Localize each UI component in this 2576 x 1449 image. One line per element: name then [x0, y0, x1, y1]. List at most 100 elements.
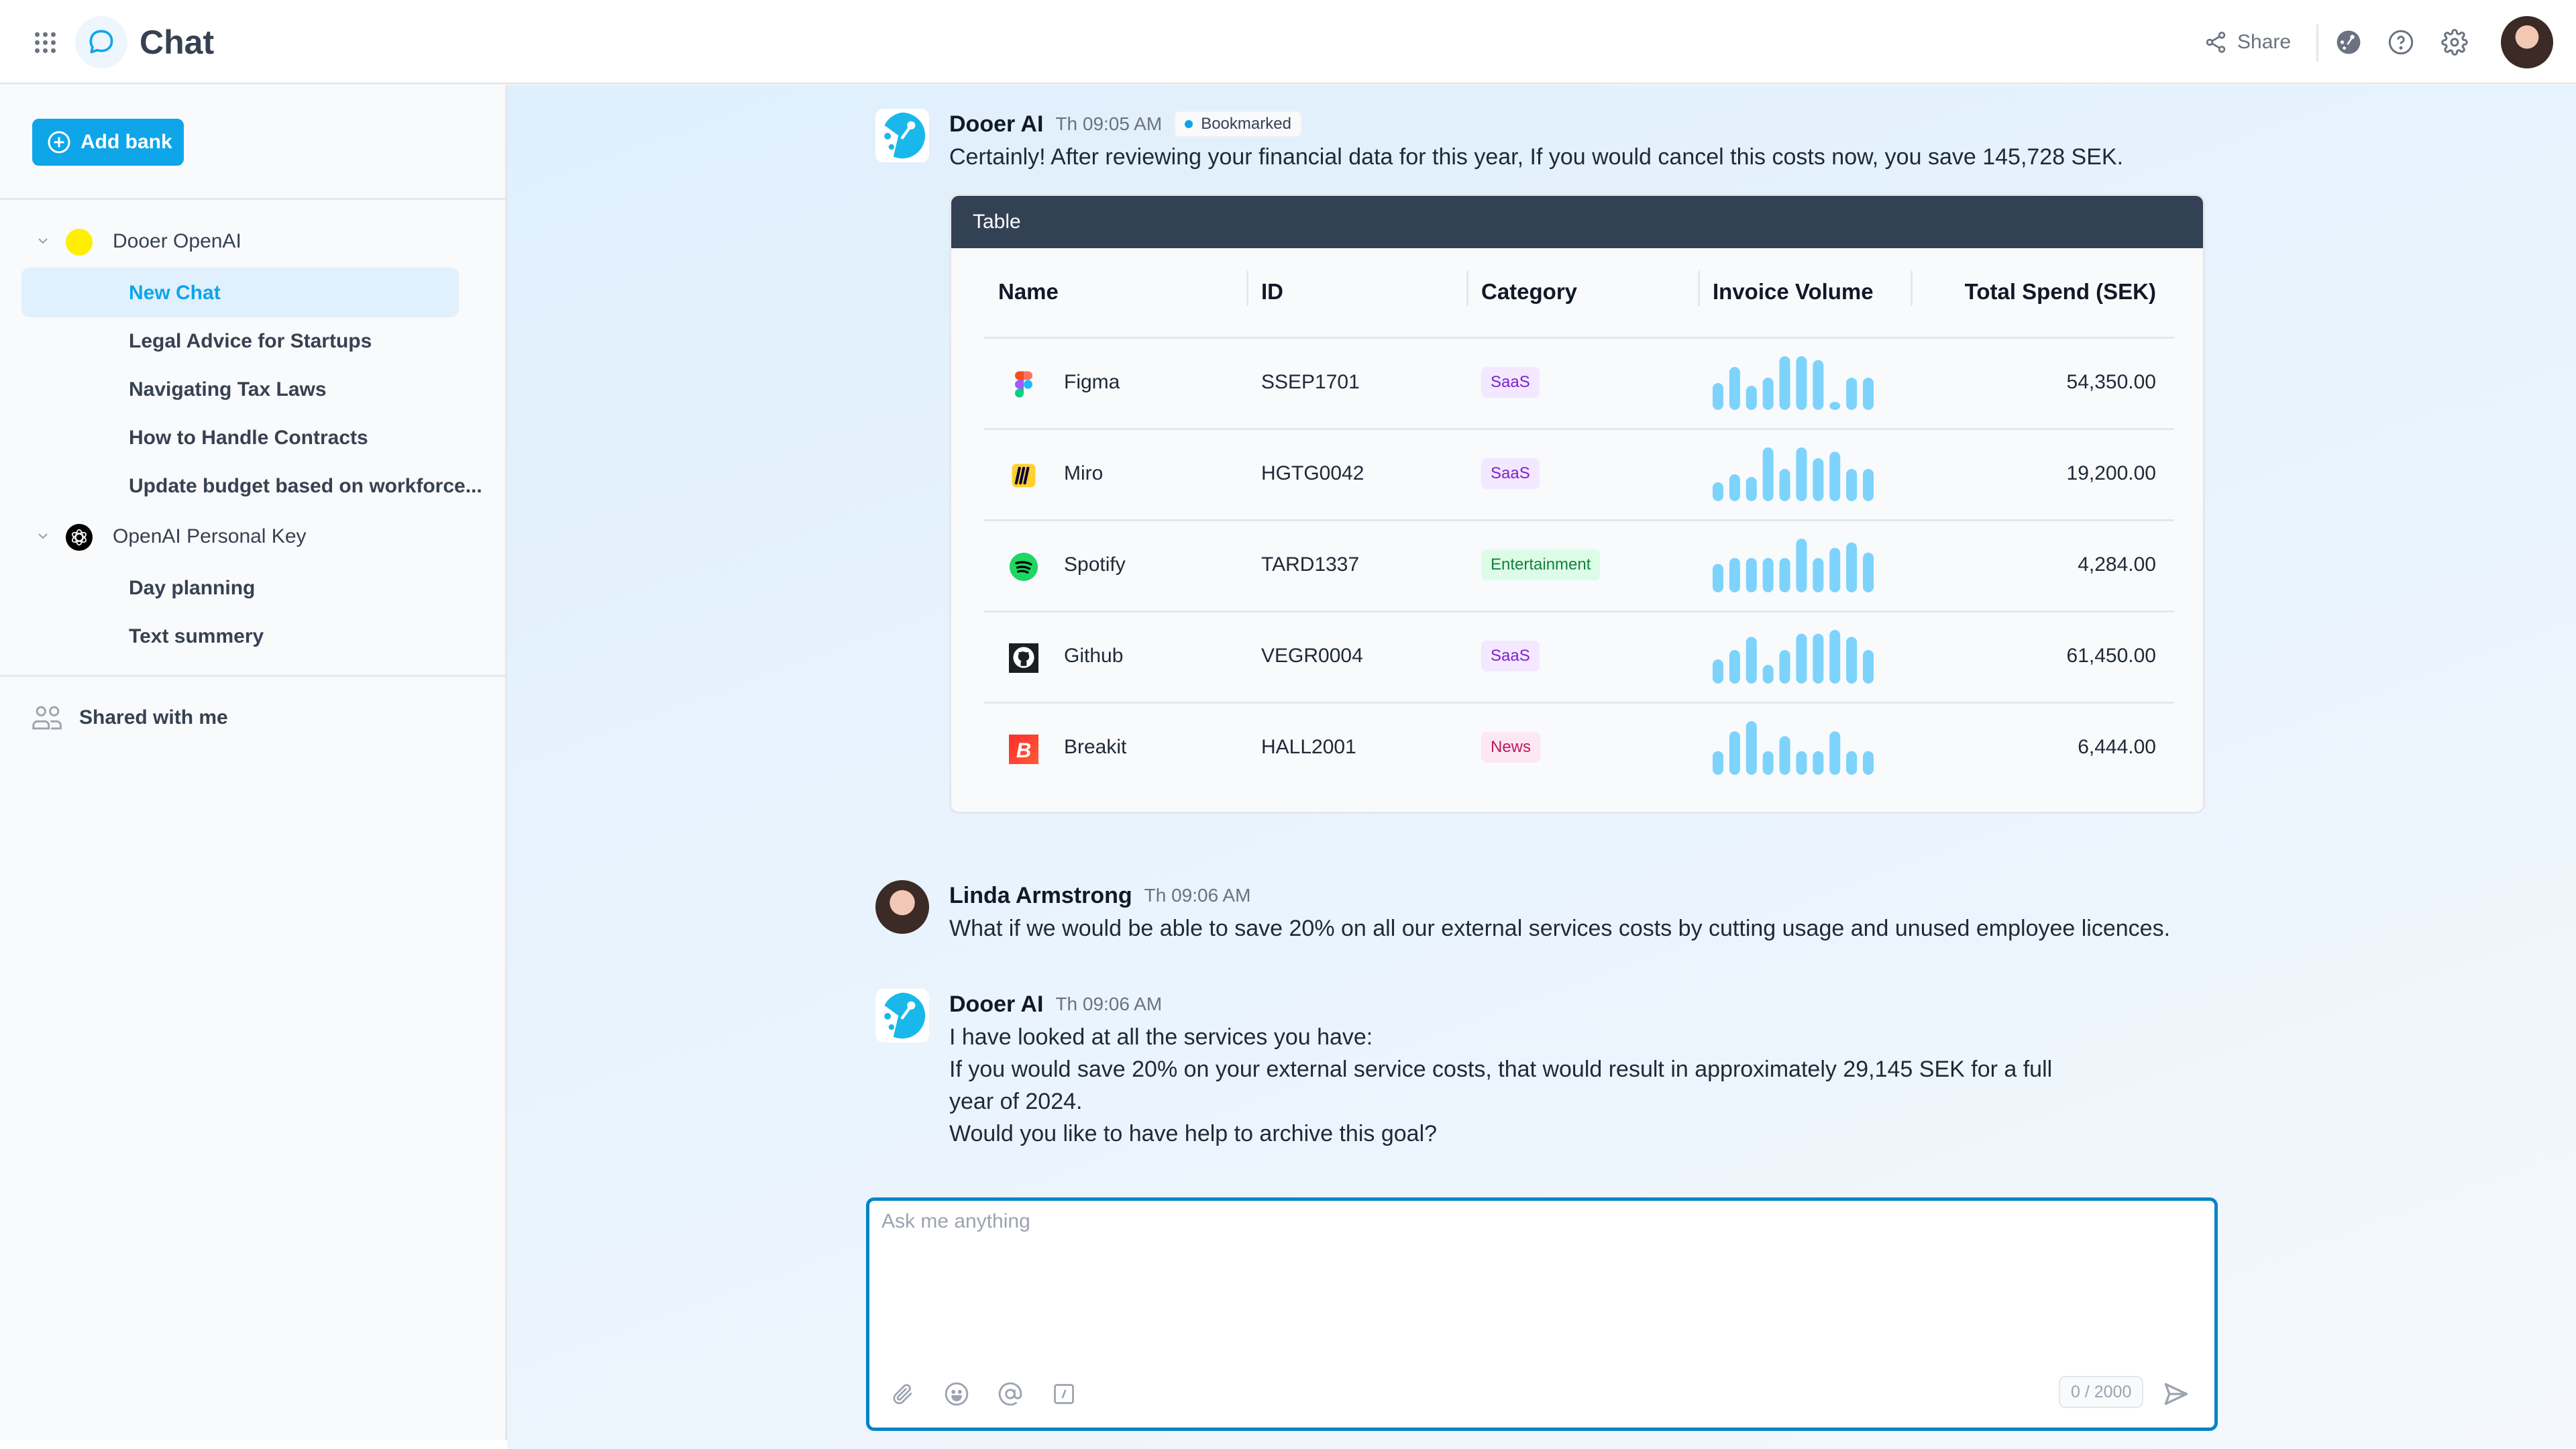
- message-dooer-ai: Dooer AI Th 09:05 AM Bookmarked Certainl…: [875, 109, 2217, 189]
- sidebar-item-label: Update budget based on workforce...: [129, 475, 482, 497]
- sidebar-item-label: Text summery: [129, 625, 264, 647]
- column-divider: [1698, 271, 1700, 306]
- column-header-name[interactable]: Name: [998, 279, 1059, 305]
- users-icon: [32, 706, 62, 730]
- gear-icon[interactable]: [2439, 27, 2470, 58]
- user-avatar[interactable]: [2501, 16, 2553, 68]
- category-badge: Entertainment: [1481, 549, 1601, 580]
- row-name: Miro: [1064, 462, 1104, 484]
- dooer-logo-icon[interactable]: [2333, 27, 2364, 58]
- sparkline-bar: [1796, 539, 1807, 592]
- sparkline-bar: [1762, 557, 1774, 592]
- dooer-ai-avatar: [875, 989, 929, 1042]
- apps-grid-icon[interactable]: [35, 32, 56, 54]
- row-total-spend: 19,200.00: [2066, 462, 2156, 484]
- chat-bubble-icon: [75, 16, 127, 68]
- column-header-category[interactable]: Category: [1481, 279, 1577, 305]
- column-divider: [1911, 271, 1913, 306]
- category-badge: SaaS: [1481, 641, 1540, 672]
- column-header-total-spend[interactable]: Total Spend (SEK): [1965, 279, 2156, 305]
- message-input[interactable]: [881, 1210, 2196, 1358]
- table-row[interactable]: B Breakit HALL2001 News 6,444.00: [951, 704, 2203, 794]
- table-row[interactable]: Miro HGTG0042 SaaS 19,200.00: [951, 430, 2203, 520]
- add-bank-button[interactable]: Add bank: [32, 119, 184, 166]
- table-title-bar: Table: [951, 196, 2203, 248]
- sparkline-bar: [1829, 402, 1841, 410]
- column-header-id[interactable]: ID: [1261, 279, 1283, 305]
- spend-table: Table Name ID Category Invoice Volume To…: [949, 194, 2205, 814]
- sidebar-divider: [0, 198, 505, 200]
- shared-with-me-link[interactable]: Shared with me: [32, 702, 228, 733]
- message-author: Linda Armstrong: [949, 882, 1132, 908]
- message-line: I have looked at all the services you ha…: [949, 1024, 1373, 1050]
- help-icon[interactable]: [2385, 27, 2416, 58]
- github-logo-icon: [1009, 643, 1038, 673]
- sidebar-group-dooer-openai[interactable]: Dooer OpenAI: [0, 219, 505, 262]
- sidebar-divider: [0, 675, 505, 677]
- invoice-volume-sparkline: [1713, 447, 1874, 501]
- sparkline-bar: [1746, 557, 1757, 592]
- send-icon: [2164, 1383, 2188, 1405]
- sidebar-item-contracts[interactable]: How to Handle Contracts: [21, 413, 459, 462]
- column-divider: [1466, 271, 1468, 306]
- sparkline-bar: [1729, 731, 1740, 775]
- sparkline-bar: [1713, 751, 1723, 775]
- send-button[interactable]: [2161, 1379, 2190, 1409]
- row-total-spend: 54,350.00: [2066, 371, 2156, 393]
- category-badge: SaaS: [1481, 367, 1540, 398]
- sparkline-bar: [1813, 458, 1824, 501]
- sidebar-item-update-budget[interactable]: Update budget based on workforce...: [21, 461, 482, 511]
- header-divider: [2316, 24, 2318, 62]
- message-time: Th 09:05 AM: [1055, 113, 1163, 134]
- message-line: If you would save 20% on your external s…: [949, 1057, 2053, 1082]
- sparkline-bar: [1746, 721, 1757, 775]
- table-row[interactable]: Spotify TARD1337 Entertainment 4,284.00: [951, 521, 2203, 611]
- sidebar-item-label: Day planning: [129, 577, 256, 599]
- sparkline-bar: [1729, 474, 1740, 501]
- message-line: year of 2024.: [949, 1089, 1083, 1114]
- chevron-down-icon[interactable]: [35, 528, 51, 544]
- message-author: Dooer AI: [949, 111, 1044, 137]
- row-total-spend: 6,444.00: [2078, 736, 2156, 758]
- sparkline-bar: [1762, 665, 1774, 684]
- dooer-ai-avatar: [875, 109, 929, 162]
- table-row[interactable]: Github VEGR0004 SaaS 61,450.00: [951, 612, 2203, 702]
- message-meta: Linda Armstrong Th 09:06 AM: [949, 880, 1250, 911]
- row-total-spend: 4,284.00: [2078, 553, 2156, 576]
- message-time: Th 09:06 AM: [1055, 994, 1163, 1014]
- figma-logo-icon: [1009, 370, 1038, 399]
- sparkline-bar: [1846, 542, 1858, 592]
- row-id: HALL2001: [1261, 736, 1356, 758]
- bookmarked-badge[interactable]: Bookmarked: [1174, 111, 1302, 138]
- sidebar-item-day-planning[interactable]: Day planning: [21, 563, 459, 612]
- sidebar-item-new-chat[interactable]: New Chat: [21, 268, 459, 317]
- sparkline-bar: [1713, 383, 1723, 410]
- chevron-down-icon[interactable]: [35, 233, 51, 249]
- sidebar: Add bank Dooer OpenAI New Chat Legal Adv…: [0, 85, 507, 1440]
- app-title: Chat: [140, 23, 215, 61]
- sparkline-bar: [1796, 447, 1807, 501]
- sidebar-group-openai-personal-key[interactable]: OpenAI Personal Key: [0, 515, 505, 557]
- column-header-invoice-volume[interactable]: Invoice Volume: [1713, 279, 1874, 305]
- sidebar-item-label: Legal Advice for Startups: [129, 330, 372, 352]
- sparkline-bar: [1813, 633, 1824, 684]
- message-meta: Dooer AI Th 09:05 AM Bookmarked: [949, 109, 1302, 140]
- sparkline-bar: [1796, 356, 1807, 410]
- message-text: Certainly! After reviewing your financia…: [949, 144, 2124, 170]
- sidebar-item-label: New Chat: [129, 282, 221, 304]
- sidebar-item-tax-laws[interactable]: Navigating Tax Laws: [21, 364, 459, 414]
- sparkline-bar: [1746, 637, 1757, 684]
- top-header: Chat Share: [0, 0, 2576, 85]
- slash-command-icon[interactable]: [1051, 1381, 1077, 1407]
- sidebar-item-text-summery[interactable]: Text summery: [21, 611, 459, 661]
- sidebar-item-legal-advice[interactable]: Legal Advice for Startups: [21, 316, 459, 366]
- message-line: Would you like to have help to archive t…: [949, 1121, 1438, 1146]
- attach-icon[interactable]: [890, 1381, 916, 1407]
- mention-icon[interactable]: [997, 1381, 1024, 1407]
- table-row[interactable]: Figma SSEP1701 SaaS 54,350.00: [951, 339, 2203, 429]
- share-button[interactable]: Share: [2204, 27, 2291, 58]
- sparkline-bar: [1762, 447, 1774, 501]
- emoji-icon[interactable]: [943, 1381, 970, 1407]
- share-icon: [2206, 32, 2226, 53]
- sparkline-bar: [1729, 557, 1740, 592]
